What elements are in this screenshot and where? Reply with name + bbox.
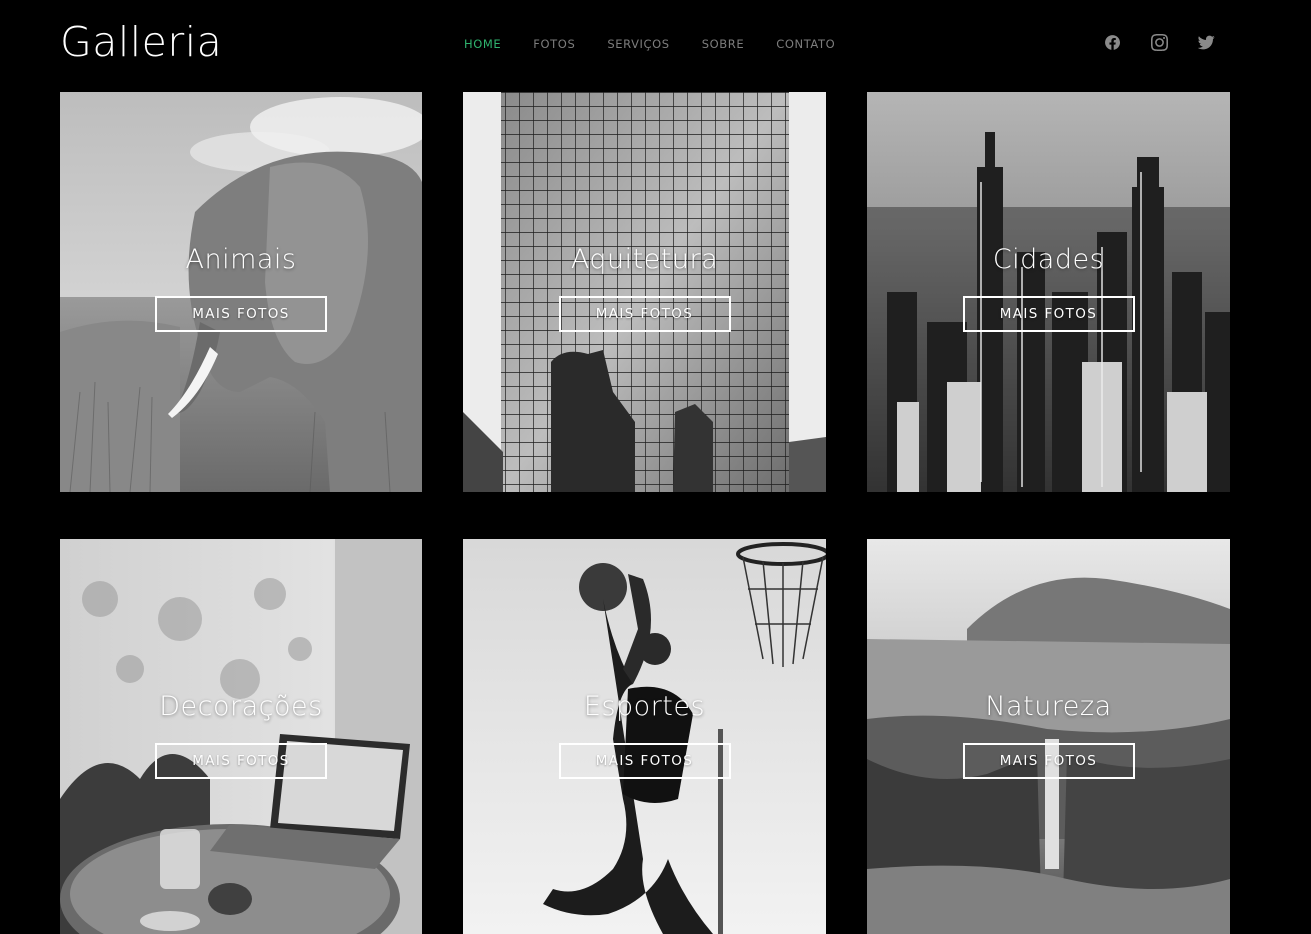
nav-home[interactable]: HOME [464, 34, 501, 54]
site-logo[interactable]: Galleria [60, 14, 222, 70]
card-title: Natureza [985, 691, 1112, 722]
page: Galleria HOME FOTOS SERVIÇOS SOBRE CONTA… [0, 0, 1311, 934]
main-nav: HOME FOTOS SERVIÇOS SOBRE CONTATO [464, 34, 867, 54]
waterfall-photo [867, 539, 1230, 934]
mais-fotos-button[interactable]: MAIS FOTOS [962, 296, 1135, 332]
mais-fotos-button[interactable]: MAIS FOTOS [558, 296, 731, 332]
card-title: Aquitetura [570, 244, 719, 275]
gallery-card-cidades[interactable]: Cidades MAIS FOTOS [867, 92, 1230, 492]
card-title: Animais [185, 244, 297, 275]
gallery-card-decoracoes[interactable]: Decorações MAIS FOTOS [60, 539, 422, 934]
nav-sobre[interactable]: SOBRE [702, 34, 745, 54]
cafe-laptop-photo [60, 539, 422, 934]
card-title: Esportes [583, 691, 706, 722]
elephant-photo [60, 92, 422, 492]
gallery-card-aquitetura[interactable]: Aquitetura MAIS FOTOS [463, 92, 826, 492]
gallery-card-natureza[interactable]: Natureza MAIS FOTOS [867, 539, 1230, 934]
nav-fotos[interactable]: FOTOS [533, 34, 575, 54]
instagram-icon[interactable] [1149, 32, 1169, 52]
mais-fotos-button[interactable]: MAIS FOTOS [558, 743, 731, 779]
facebook-icon[interactable] [1102, 32, 1122, 52]
social-links [1102, 32, 1243, 52]
mais-fotos-button[interactable]: MAIS FOTOS [155, 743, 327, 779]
building-photo [463, 92, 826, 492]
nav-servicos[interactable]: SERVIÇOS [607, 34, 669, 54]
gallery-card-animais[interactable]: Animais MAIS FOTOS [60, 92, 422, 492]
nav-contato[interactable]: CONTATO [776, 34, 835, 54]
gallery-card-esportes[interactable]: Esportes MAIS FOTOS [463, 539, 826, 934]
mais-fotos-button[interactable]: MAIS FOTOS [155, 296, 327, 332]
basketball-photo [463, 539, 826, 934]
card-title: Decorações [159, 691, 323, 722]
twitter-icon[interactable] [1196, 32, 1216, 52]
city-photo [867, 92, 1230, 492]
mais-fotos-button[interactable]: MAIS FOTOS [962, 743, 1135, 779]
card-title: Cidades [992, 244, 1105, 275]
